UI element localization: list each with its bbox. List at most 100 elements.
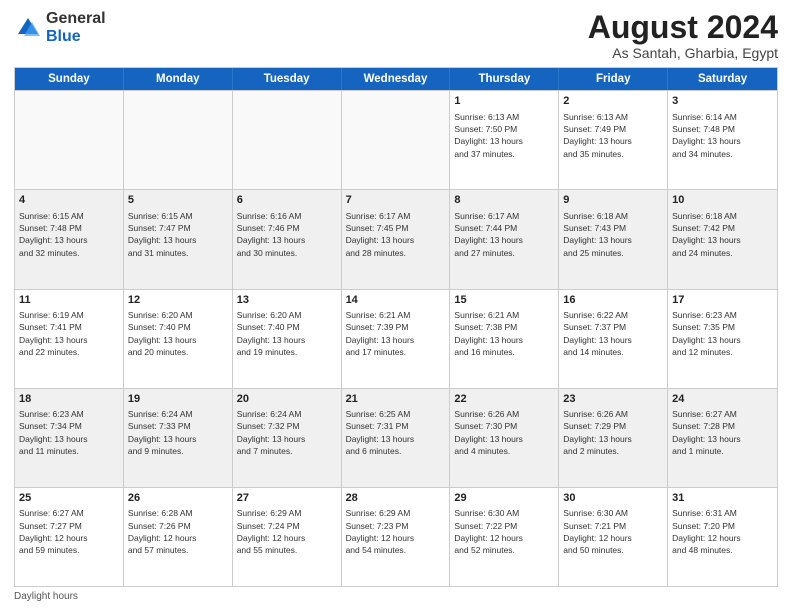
day-number: 21 xyxy=(346,392,446,407)
calendar-cell: 20Sunrise: 6:24 AM Sunset: 7:32 PM Dayli… xyxy=(233,389,342,487)
day-info: Sunrise: 6:29 AM Sunset: 7:24 PM Dayligh… xyxy=(237,507,337,556)
day-info: Sunrise: 6:25 AM Sunset: 7:31 PM Dayligh… xyxy=(346,408,446,457)
calendar-cell: 1Sunrise: 6:13 AM Sunset: 7:50 PM Daylig… xyxy=(450,91,559,189)
day-number: 18 xyxy=(19,392,119,407)
weekday-header: Wednesday xyxy=(342,68,451,90)
day-info: Sunrise: 6:14 AM Sunset: 7:48 PM Dayligh… xyxy=(672,111,773,160)
calendar-cell: 14Sunrise: 6:21 AM Sunset: 7:39 PM Dayli… xyxy=(342,290,451,388)
day-number: 13 xyxy=(237,293,337,308)
calendar-cell: 24Sunrise: 6:27 AM Sunset: 7:28 PM Dayli… xyxy=(668,389,777,487)
day-number: 5 xyxy=(128,193,228,208)
calendar-cell: 11Sunrise: 6:19 AM Sunset: 7:41 PM Dayli… xyxy=(15,290,124,388)
calendar-cell: 13Sunrise: 6:20 AM Sunset: 7:40 PM Dayli… xyxy=(233,290,342,388)
day-number: 27 xyxy=(237,491,337,506)
day-info: Sunrise: 6:24 AM Sunset: 7:32 PM Dayligh… xyxy=(237,408,337,457)
calendar-cell: 28Sunrise: 6:29 AM Sunset: 7:23 PM Dayli… xyxy=(342,488,451,586)
day-number: 25 xyxy=(19,491,119,506)
calendar-cell: 30Sunrise: 6:30 AM Sunset: 7:21 PM Dayli… xyxy=(559,488,668,586)
calendar-cell: 8 Sunrise: 6:17 AM Sunset: 7:44 PM Daylig… xyxy=(450,190,559,288)
calendar-cell xyxy=(15,91,124,189)
weekday-header: Tuesday xyxy=(233,68,342,90)
calendar-cell: 5 Sunrise: 6:15 AM Sunset: 7:47 PM Daylig… xyxy=(124,190,233,288)
calendar-cell: 25Sunrise: 6:27 AM Sunset: 7:27 PM Dayli… xyxy=(15,488,124,586)
day-number: 1 xyxy=(454,94,554,109)
weekday-header: Monday xyxy=(124,68,233,90)
header: General Blue August 2024 As Santah, Ghar… xyxy=(14,10,778,61)
day-number: 30 xyxy=(563,491,663,506)
calendar-cell: 9 Sunrise: 6:18 AM Sunset: 7:43 PM Daylig… xyxy=(559,190,668,288)
day-info: Sunrise: 6:27 AM Sunset: 7:28 PM Dayligh… xyxy=(672,408,773,457)
calendar-row: 25Sunrise: 6:27 AM Sunset: 7:27 PM Dayli… xyxy=(15,487,777,586)
weekday-header: Saturday xyxy=(668,68,777,90)
calendar-cell: 4 Sunrise: 6:15 AM Sunset: 7:48 PM Daylig… xyxy=(15,190,124,288)
title-block: August 2024 As Santah, Gharbia, Egypt xyxy=(588,10,778,61)
calendar-cell: 26Sunrise: 6:28 AM Sunset: 7:26 PM Dayli… xyxy=(124,488,233,586)
day-info: Sunrise: 6:31 AM Sunset: 7:20 PM Dayligh… xyxy=(672,507,773,556)
calendar: SundayMondayTuesdayWednesdayThursdayFrid… xyxy=(14,67,778,587)
calendar-cell: 31Sunrise: 6:31 AM Sunset: 7:20 PM Dayli… xyxy=(668,488,777,586)
day-info: Sunrise: 6:30 AM Sunset: 7:22 PM Dayligh… xyxy=(454,507,554,556)
day-info: Sunrise: 6:15 AM Sunset: 7:48 PM Dayligh… xyxy=(19,210,119,259)
calendar-cell: 15Sunrise: 6:21 AM Sunset: 7:38 PM Dayli… xyxy=(450,290,559,388)
weekday-header: Friday xyxy=(559,68,668,90)
main-title: August 2024 xyxy=(588,10,778,45)
day-info: Sunrise: 6:30 AM Sunset: 7:21 PM Dayligh… xyxy=(563,507,663,556)
weekday-header: Sunday xyxy=(15,68,124,90)
day-number: 23 xyxy=(563,392,663,407)
calendar-row: 4 Sunrise: 6:15 AM Sunset: 7:48 PM Daylig… xyxy=(15,189,777,288)
day-number: 15 xyxy=(454,293,554,308)
calendar-cell: 3 Sunrise: 6:14 AM Sunset: 7:48 PM Daylig… xyxy=(668,91,777,189)
day-info: Sunrise: 6:18 AM Sunset: 7:42 PM Dayligh… xyxy=(672,210,773,259)
day-number: 7 xyxy=(346,193,446,208)
day-number: 14 xyxy=(346,293,446,308)
day-info: Sunrise: 6:29 AM Sunset: 7:23 PM Dayligh… xyxy=(346,507,446,556)
day-info: Sunrise: 6:13 AM Sunset: 7:49 PM Dayligh… xyxy=(563,111,663,160)
day-number: 17 xyxy=(672,293,773,308)
calendar-cell: 19Sunrise: 6:24 AM Sunset: 7:33 PM Dayli… xyxy=(124,389,233,487)
day-info: Sunrise: 6:22 AM Sunset: 7:37 PM Dayligh… xyxy=(563,309,663,358)
day-info: Sunrise: 6:28 AM Sunset: 7:26 PM Dayligh… xyxy=(128,507,228,556)
calendar-cell: 7 Sunrise: 6:17 AM Sunset: 7:45 PM Daylig… xyxy=(342,190,451,288)
calendar-body: 1Sunrise: 6:13 AM Sunset: 7:50 PM Daylig… xyxy=(15,90,777,586)
day-number: 2 xyxy=(563,94,663,109)
calendar-cell xyxy=(233,91,342,189)
day-number: 10 xyxy=(672,193,773,208)
day-info: Sunrise: 6:26 AM Sunset: 7:30 PM Dayligh… xyxy=(454,408,554,457)
day-number: 8 xyxy=(454,193,554,208)
logo-icon xyxy=(14,14,42,42)
day-info: Sunrise: 6:21 AM Sunset: 7:38 PM Dayligh… xyxy=(454,309,554,358)
day-number: 31 xyxy=(672,491,773,506)
calendar-cell: 16Sunrise: 6:22 AM Sunset: 7:37 PM Dayli… xyxy=(559,290,668,388)
logo: General Blue xyxy=(14,10,106,45)
logo-blue: Blue xyxy=(46,28,81,45)
day-info: Sunrise: 6:20 AM Sunset: 7:40 PM Dayligh… xyxy=(128,309,228,358)
day-info: Sunrise: 6:23 AM Sunset: 7:34 PM Dayligh… xyxy=(19,408,119,457)
calendar-cell: 29Sunrise: 6:30 AM Sunset: 7:22 PM Dayli… xyxy=(450,488,559,586)
calendar-cell: 27Sunrise: 6:29 AM Sunset: 7:24 PM Dayli… xyxy=(233,488,342,586)
calendar-cell: 21Sunrise: 6:25 AM Sunset: 7:31 PM Dayli… xyxy=(342,389,451,487)
day-info: Sunrise: 6:15 AM Sunset: 7:47 PM Dayligh… xyxy=(128,210,228,259)
day-info: Sunrise: 6:17 AM Sunset: 7:44 PM Dayligh… xyxy=(454,210,554,259)
day-number: 4 xyxy=(19,193,119,208)
calendar-row: 1Sunrise: 6:13 AM Sunset: 7:50 PM Daylig… xyxy=(15,90,777,189)
subtitle: As Santah, Gharbia, Egypt xyxy=(588,45,778,61)
page: General Blue August 2024 As Santah, Ghar… xyxy=(0,0,792,612)
logo-general: General xyxy=(46,10,106,27)
day-number: 9 xyxy=(563,193,663,208)
calendar-cell xyxy=(342,91,451,189)
day-number: 22 xyxy=(454,392,554,407)
day-info: Sunrise: 6:20 AM Sunset: 7:40 PM Dayligh… xyxy=(237,309,337,358)
day-info: Sunrise: 6:24 AM Sunset: 7:33 PM Dayligh… xyxy=(128,408,228,457)
day-info: Sunrise: 6:26 AM Sunset: 7:29 PM Dayligh… xyxy=(563,408,663,457)
day-number: 3 xyxy=(672,94,773,109)
day-info: Sunrise: 6:23 AM Sunset: 7:35 PM Dayligh… xyxy=(672,309,773,358)
day-number: 6 xyxy=(237,193,337,208)
day-number: 26 xyxy=(128,491,228,506)
day-number: 24 xyxy=(672,392,773,407)
day-info: Sunrise: 6:18 AM Sunset: 7:43 PM Dayligh… xyxy=(563,210,663,259)
day-number: 16 xyxy=(563,293,663,308)
day-info: Sunrise: 6:17 AM Sunset: 7:45 PM Dayligh… xyxy=(346,210,446,259)
footer-note: Daylight hours xyxy=(14,591,778,602)
day-info: Sunrise: 6:16 AM Sunset: 7:46 PM Dayligh… xyxy=(237,210,337,259)
calendar-row: 11Sunrise: 6:19 AM Sunset: 7:41 PM Dayli… xyxy=(15,289,777,388)
